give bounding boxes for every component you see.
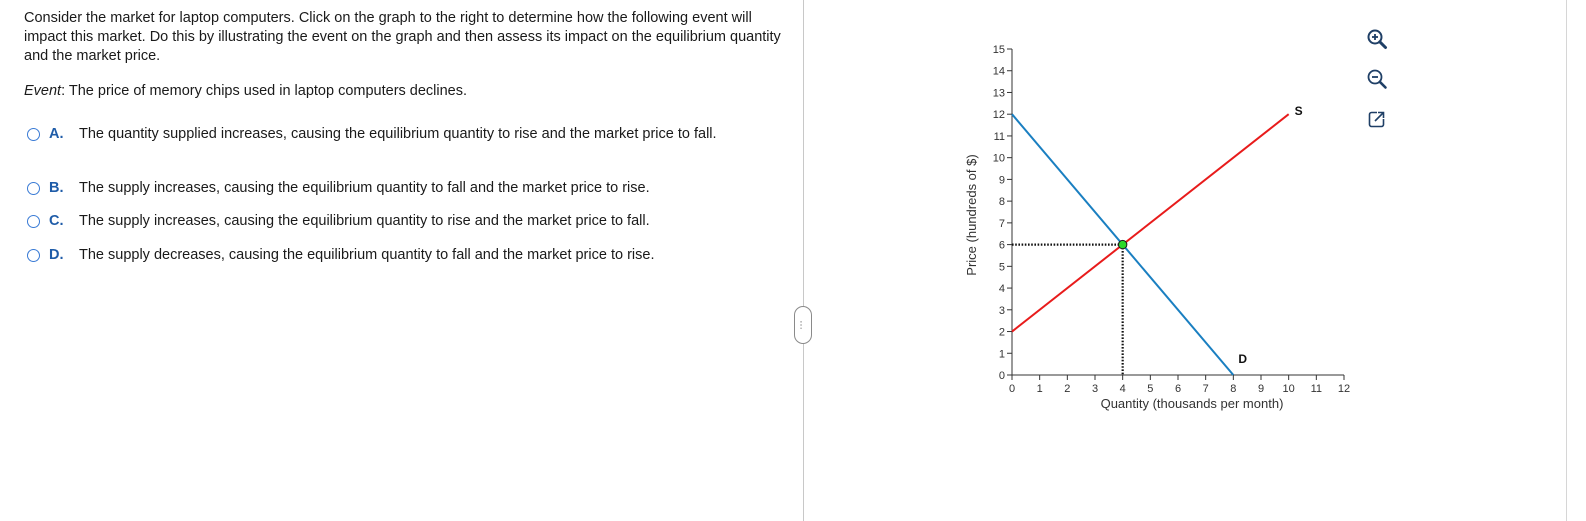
option-c-radio[interactable] <box>27 215 40 228</box>
option-b[interactable]: B. The supply increases, causing the equ… <box>27 178 769 199</box>
option-d-letter: D. <box>49 247 64 263</box>
y-tick-label: 6 <box>999 240 1005 252</box>
popout-icon <box>1368 110 1386 128</box>
pane-divider[interactable] <box>803 0 804 521</box>
axes: 01234567891011121314150 1 2 3 4 5 6 7 8 9 10 11 12 <box>993 44 1350 395</box>
zoom-out-button[interactable] <box>1362 64 1392 94</box>
event-text: Event: The price of memory chips used in… <box>24 83 467 99</box>
option-a-text: The quantity supplied increases, causing… <box>79 126 717 142</box>
y-tick-label: 15 <box>993 44 1005 56</box>
option-a-radio[interactable] <box>27 128 40 141</box>
y-tick-label: 1 <box>999 348 1005 360</box>
x-tick-label: 12 <box>1338 383 1350 395</box>
y-tick-label: 3 <box>999 305 1005 317</box>
option-b-text: The supply increases, causing the equili… <box>79 180 650 196</box>
demand-curve-label: D <box>1238 352 1247 366</box>
x-tick-label: 1 <box>1037 383 1043 395</box>
y-tick-label: 8 <box>999 196 1005 208</box>
y-tick-label: 12 <box>993 109 1005 121</box>
y-tick-label: 14 <box>993 66 1005 78</box>
y-tick-label: 4 <box>999 283 1005 295</box>
question-text: Consider the market for laptop computers… <box>24 10 781 64</box>
option-d[interactable]: D. The supply decreases, causing the equ… <box>27 245 769 266</box>
supply-curve[interactable] <box>1011 113 1290 333</box>
option-b-letter: B. <box>49 180 64 196</box>
y-tick-label: 0 <box>999 370 1005 382</box>
zoom-in-icon <box>1367 29 1387 49</box>
curves[interactable] <box>1011 113 1290 376</box>
y-tick-label: 5 <box>999 261 1005 273</box>
divider-handle[interactable]: … <box>794 306 812 344</box>
zoom-out-icon <box>1367 69 1387 89</box>
x-tick-label: 2 <box>1064 383 1070 395</box>
x-tick-label: 6 <box>1175 383 1181 395</box>
x-tick-label: 9 <box>1258 383 1264 395</box>
option-a[interactable]: A. The quantity supplied increases, caus… <box>27 124 769 145</box>
event-label: Event <box>24 83 62 99</box>
x-tick-label: 0 <box>1009 383 1015 395</box>
equilibrium-guides <box>1012 243 1124 375</box>
x-axis-label: Quantity (thousands per month) <box>1101 396 1284 411</box>
right-scrollbar-edge <box>1566 0 1567 521</box>
option-b-radio[interactable] <box>27 182 40 195</box>
event-description: : The price of memory chips used in lapt… <box>61 83 468 99</box>
graph-panel[interactable]: 0 1 2 3 4 5 6 7 8 9 10 11 12 13 14 15 0 1 2 3 4 5 6 7 8 9 10 11 12 Q… <box>950 30 1350 430</box>
zoom-in-button[interactable] <box>1362 24 1392 54</box>
x-tick-label: 3 <box>1092 383 1098 395</box>
y-tick-label: 2 <box>999 327 1005 339</box>
option-a-letter: A. <box>49 126 64 142</box>
x-tick-label: 11 <box>1311 383 1322 395</box>
option-d-text: The supply decreases, causing the equili… <box>79 247 655 263</box>
y-tick-label: 10 <box>993 153 1005 165</box>
y-tick-label: 11 <box>994 131 1005 143</box>
equilibrium-point[interactable] <box>1117 239 1128 250</box>
x-tick-label: 10 <box>1283 383 1295 395</box>
y-tick-label: 9 <box>999 174 1005 186</box>
x-tick-label: 5 <box>1147 383 1153 395</box>
x-tick-label: 8 <box>1230 383 1236 395</box>
supply-curve-label: S <box>1295 104 1303 118</box>
supply-demand-chart[interactable]: 01234567891011121314150 1 2 3 4 5 6 7 8 9 10 11 12 Q… <box>950 30 1350 430</box>
option-c-text: The supply increases, causing the equili… <box>79 213 650 229</box>
x-tick-label: 4 <box>1120 383 1126 395</box>
popout-button[interactable] <box>1362 104 1392 134</box>
option-c[interactable]: C. The supply increases, causing the equ… <box>27 211 769 232</box>
y-tick-label: 13 <box>993 87 1005 99</box>
x-tick-label: 7 <box>1203 383 1209 395</box>
y-axis-label: Price (hundreds of $) <box>964 154 979 275</box>
option-c-letter: C. <box>49 213 64 229</box>
option-d-radio[interactable] <box>27 249 40 262</box>
y-tick-label: 7 <box>999 218 1005 230</box>
question-pane: Consider the market for laptop computers… <box>0 0 803 521</box>
